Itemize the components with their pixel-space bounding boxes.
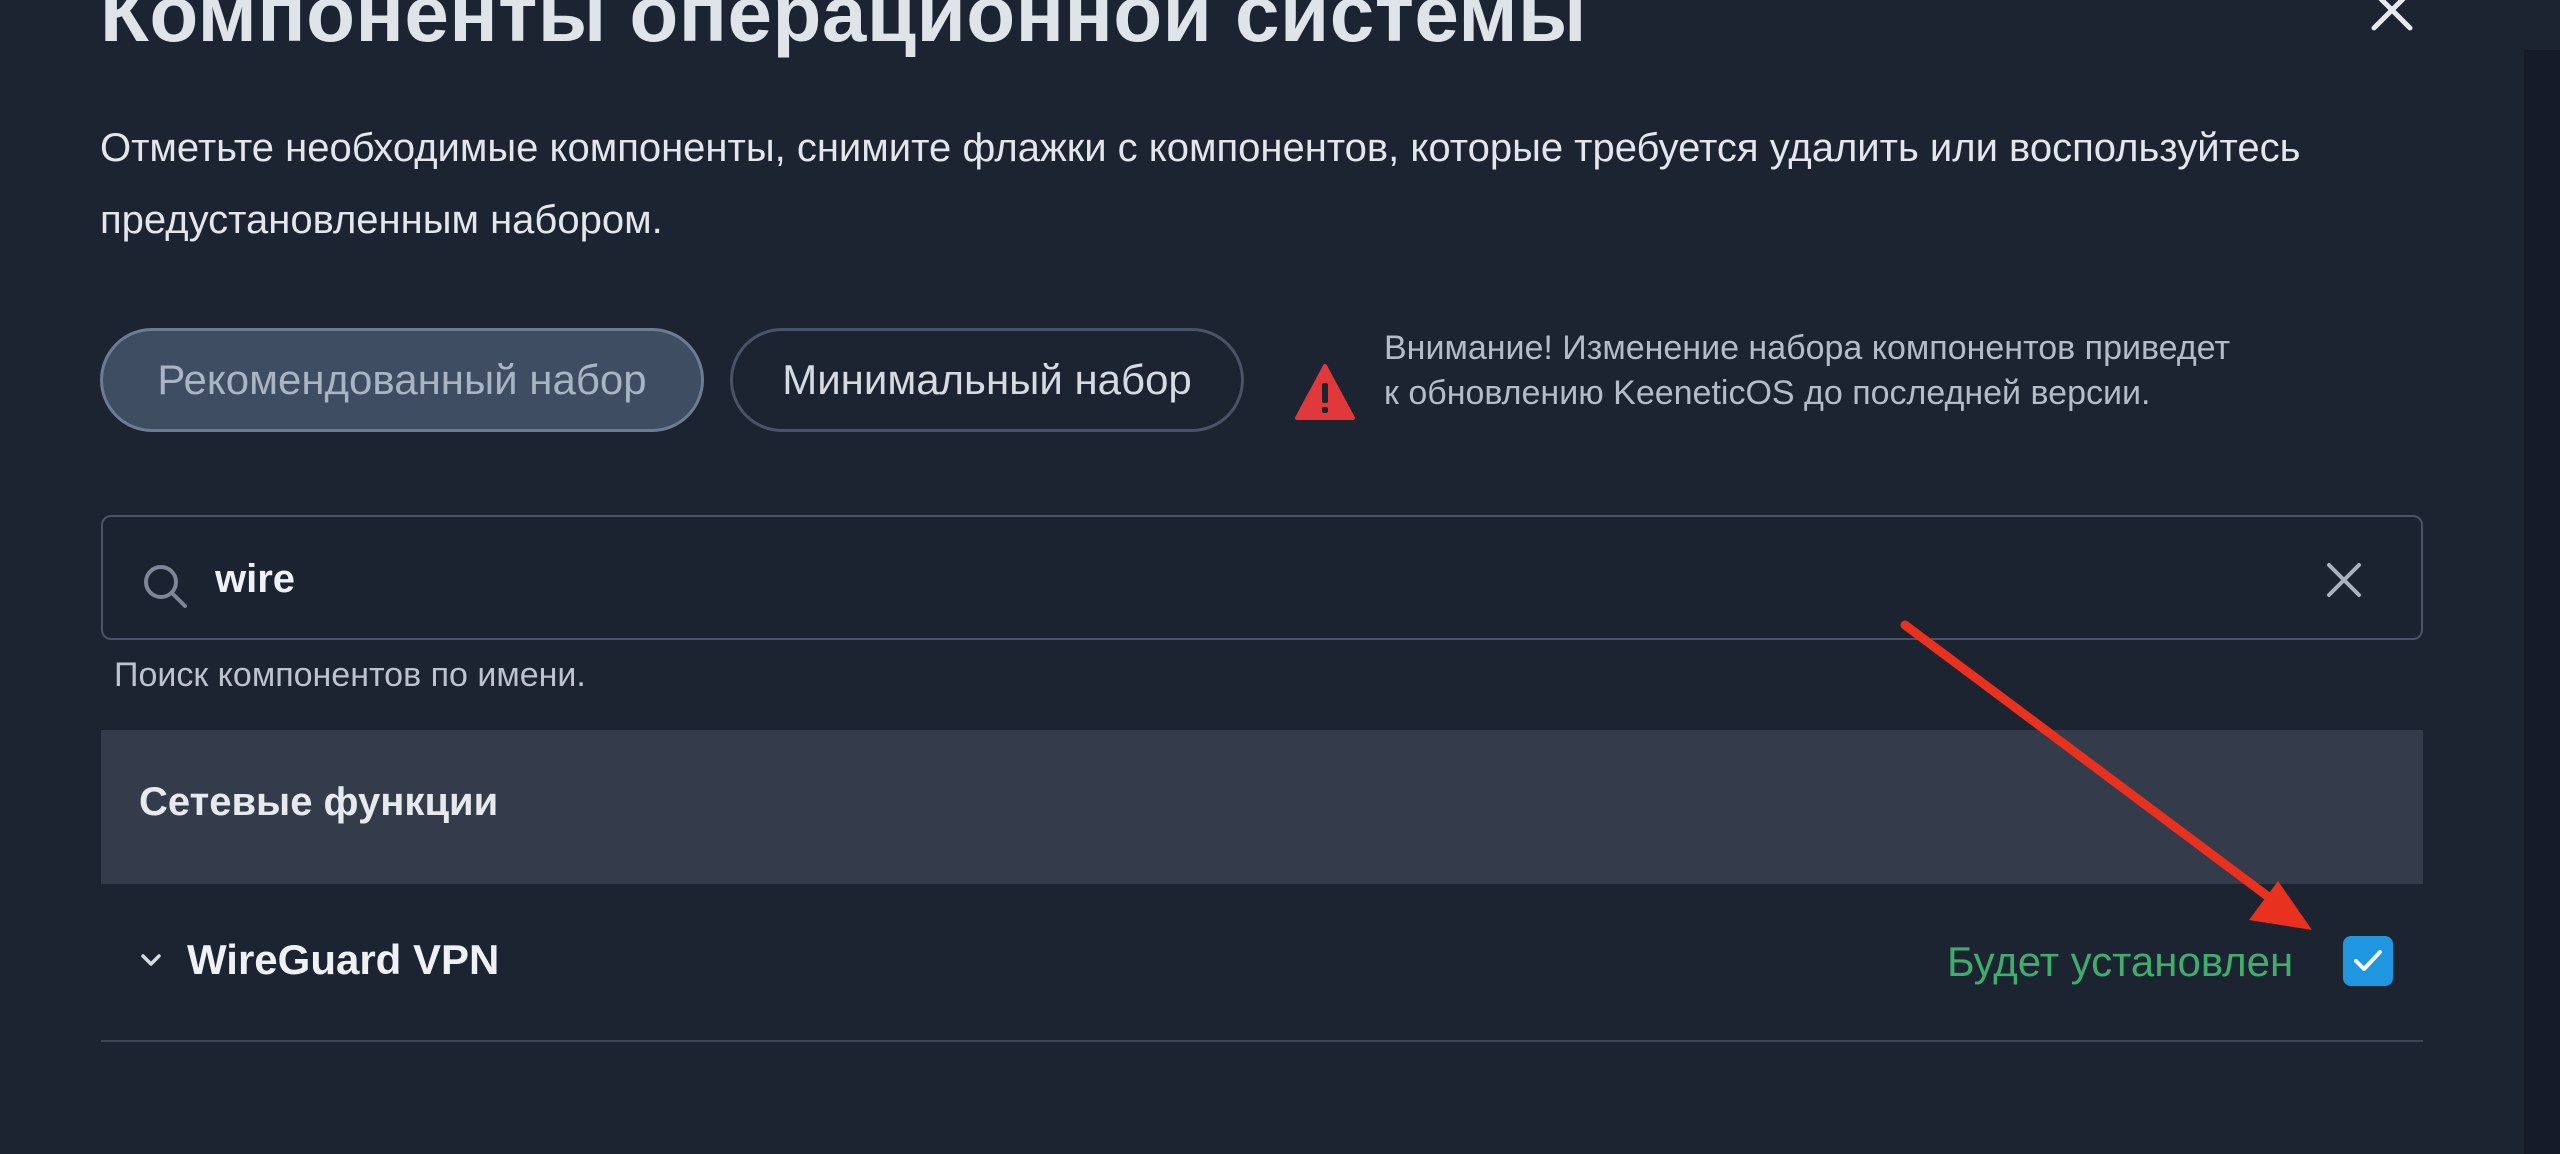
search-input[interactable]	[213, 545, 2217, 613]
search-helper-text: Поиск компонентов по имени.	[114, 656, 586, 694]
warning-triangle-icon	[1295, 364, 1355, 420]
section-title: Сетевые функции	[139, 780, 499, 824]
clear-search-icon[interactable]	[2325, 561, 2363, 599]
recommended-set-button[interactable]: Рекомендованный набор	[100, 328, 704, 432]
component-checkbox[interactable]	[2343, 936, 2393, 986]
scrollbar-track	[2524, 50, 2560, 1154]
minimal-set-button[interactable]: Минимальный набор	[730, 328, 1244, 432]
component-name: WireGuard VPN	[187, 936, 500, 983]
close-icon[interactable]	[2368, 0, 2416, 34]
warning-message: Внимание! Изменение набора компонентов п…	[1384, 329, 2231, 412]
checkmark-icon	[2354, 950, 2382, 971]
page-title: Компоненты операционной системы	[100, 0, 1587, 58]
component-row: WireGuard VPN Будет установлен	[101, 884, 2423, 1042]
page-description: Отметьте необходимые компоненты, снимите…	[100, 126, 2301, 242]
chevron-down-icon[interactable]	[137, 946, 165, 974]
search-icon	[144, 565, 187, 608]
search-field[interactable]	[101, 515, 2423, 640]
component-status: Будет установлен	[1947, 938, 2294, 985]
section-header: Сетевые функции	[101, 730, 2423, 884]
